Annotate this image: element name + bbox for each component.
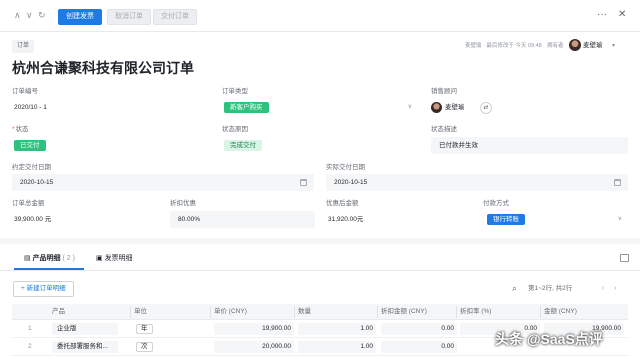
qty-cell[interactable]: 1.00 bbox=[298, 341, 376, 353]
owner-name[interactable]: 麦壁瑜 bbox=[583, 42, 603, 50]
qty-cell[interactable]: 1.00 bbox=[298, 323, 376, 335]
sales-rep-name: 麦壁瑜 bbox=[445, 104, 465, 111]
prev-page-icon[interactable]: ‹ bbox=[602, 284, 604, 293]
avatar bbox=[431, 101, 442, 113]
price-cell[interactable]: 20,000.00 bbox=[214, 341, 294, 353]
paging-info: 第1~2行, 共2行 bbox=[528, 285, 573, 292]
tab-invoices[interactable]: ▣ 发票明细 bbox=[96, 254, 133, 263]
total-label: 订单总金额 bbox=[12, 200, 45, 207]
page-title: 杭州合谦聚科技有限公司订单 bbox=[12, 60, 194, 76]
unit-cell[interactable]: 年 bbox=[136, 324, 153, 334]
discount-amt-cell[interactable]: 0.00 bbox=[381, 323, 457, 335]
row-number: 1 bbox=[28, 325, 32, 332]
col-qty[interactable]: 数量 bbox=[294, 306, 311, 318]
col-price[interactable]: 单价 (CNY) bbox=[210, 306, 247, 318]
deliver-order-button[interactable]: 交付订单 bbox=[153, 9, 197, 25]
swap-icon[interactable]: ⇄ bbox=[480, 102, 492, 114]
owner-label: 拥有者 bbox=[547, 43, 564, 49]
refresh-icon[interactable]: ↻ bbox=[38, 10, 46, 20]
status-reason-tag: 完成交付 bbox=[224, 139, 262, 151]
calendar-icon[interactable] bbox=[300, 179, 307, 186]
payment-tag: 银行转账 bbox=[487, 213, 525, 225]
order-type-label: 订单类型 bbox=[222, 88, 248, 95]
discount-amt-cell[interactable]: 0.00 bbox=[381, 341, 457, 353]
owner-avatar[interactable] bbox=[569, 39, 581, 51]
status-reason-value[interactable]: 完成交付 bbox=[216, 137, 418, 154]
col-discount-rate[interactable]: 折扣率 (%) bbox=[455, 306, 491, 318]
cancel-order-button[interactable]: 取消订单 bbox=[107, 9, 151, 25]
unit-cell[interactable]: 次 bbox=[136, 342, 153, 352]
tab-products-count: ( 2 ) bbox=[62, 255, 75, 262]
agreed-date-value: 2020-10-15 bbox=[20, 179, 54, 186]
status-label: *状态 bbox=[12, 126, 29, 133]
status-tag: 已交付 bbox=[14, 139, 46, 151]
chevron-down-icon: ∨ bbox=[617, 216, 622, 222]
document-icon: ▤ bbox=[24, 255, 33, 262]
total-value[interactable]: 39,900.00 元 bbox=[12, 211, 157, 228]
row-number: 2 bbox=[28, 343, 32, 350]
section-divider bbox=[0, 238, 640, 244]
col-unit[interactable]: 单位 bbox=[130, 306, 147, 318]
next-page-icon[interactable]: › bbox=[614, 284, 616, 293]
invoice-icon: ▣ bbox=[96, 255, 105, 262]
more-icon[interactable]: ··· bbox=[597, 10, 607, 20]
order-type-tag: 新客户购买 bbox=[224, 101, 269, 113]
status-value[interactable]: 已交付 bbox=[6, 137, 206, 154]
status-desc-label: 状态描述 bbox=[431, 126, 457, 133]
table-header: 产品 单位 单价 (CNY) 数量 折扣金额 (CNY) 折扣率 (%) 金额 … bbox=[12, 304, 628, 320]
product-cell[interactable]: 委托部署服务和... bbox=[52, 341, 118, 353]
breadcrumb[interactable]: 订单 bbox=[12, 40, 35, 53]
order-type-select[interactable]: 新客户购买 ∨ bbox=[216, 99, 418, 116]
chevron-down-icon: ∨ bbox=[407, 104, 412, 110]
actual-date-value: 2020-10-15 bbox=[334, 179, 368, 186]
order-no-value[interactable]: 2020/10 - 1 bbox=[6, 99, 206, 116]
tab-products[interactable]: ▤ 产品明细 ( 2 ) bbox=[24, 254, 75, 263]
modified-meta: 麦壁瑜 · 最后修改于 今天 09:48 bbox=[465, 43, 542, 49]
calendar-icon[interactable] bbox=[614, 179, 621, 186]
add-order-line-button[interactable]: + 新建订单明细 bbox=[13, 281, 74, 297]
after-discount-value[interactable]: 31,920.00元 bbox=[326, 211, 472, 228]
top-toolbar: ∧ ∨ ↻ 创建发票 取消订单 交付订单 ··· ✕ bbox=[0, 0, 640, 32]
discount-value[interactable]: 80.00% bbox=[170, 211, 315, 228]
sales-rep-label: 销售顾问 bbox=[431, 88, 457, 95]
payment-label: 付款方式 bbox=[483, 200, 509, 207]
product-cell[interactable]: 企业版 bbox=[52, 323, 118, 335]
discount-label: 折扣优惠 bbox=[170, 200, 196, 207]
payment-select[interactable]: 银行转账 ∨ bbox=[483, 211, 628, 228]
col-product[interactable]: 产品 bbox=[52, 308, 65, 316]
chevron-down-icon[interactable]: ▾ bbox=[612, 42, 615, 50]
watermark: 头条 @SaaS点评 bbox=[495, 331, 603, 347]
price-cell[interactable]: 19,900.00 bbox=[214, 323, 294, 335]
create-invoice-button[interactable]: 创建发票 bbox=[58, 9, 102, 25]
search-icon[interactable]: ⌕ bbox=[512, 283, 517, 293]
agreed-date-label: 约定交付日期 bbox=[12, 164, 51, 171]
close-icon[interactable]: ✕ bbox=[618, 10, 626, 20]
order-no-label: 订单编号 bbox=[12, 88, 38, 95]
tabs-divider-line bbox=[0, 270, 640, 271]
col-discount-amt[interactable]: 折扣金额 (CNY) bbox=[377, 306, 427, 318]
sales-rep-value[interactable]: 麦壁瑜 bbox=[425, 99, 475, 116]
status-desc-value[interactable]: 已付款并生效 bbox=[431, 137, 628, 154]
actual-date-input[interactable]: 2020-10-15 bbox=[326, 174, 628, 191]
col-amount[interactable]: 金额 (CNY) bbox=[540, 306, 577, 318]
status-reason-label: 状态原因 bbox=[222, 126, 248, 133]
agreed-date-input[interactable]: 2020-10-15 bbox=[12, 174, 314, 191]
after-discount-label: 优惠后金额 bbox=[326, 200, 359, 207]
actual-date-label: 实际交付日期 bbox=[326, 164, 365, 171]
chevron-up-icon[interactable]: ∧ bbox=[14, 10, 21, 20]
chevron-down-icon[interactable]: ∨ bbox=[26, 10, 33, 20]
panel-toggle-icon[interactable] bbox=[620, 254, 629, 262]
